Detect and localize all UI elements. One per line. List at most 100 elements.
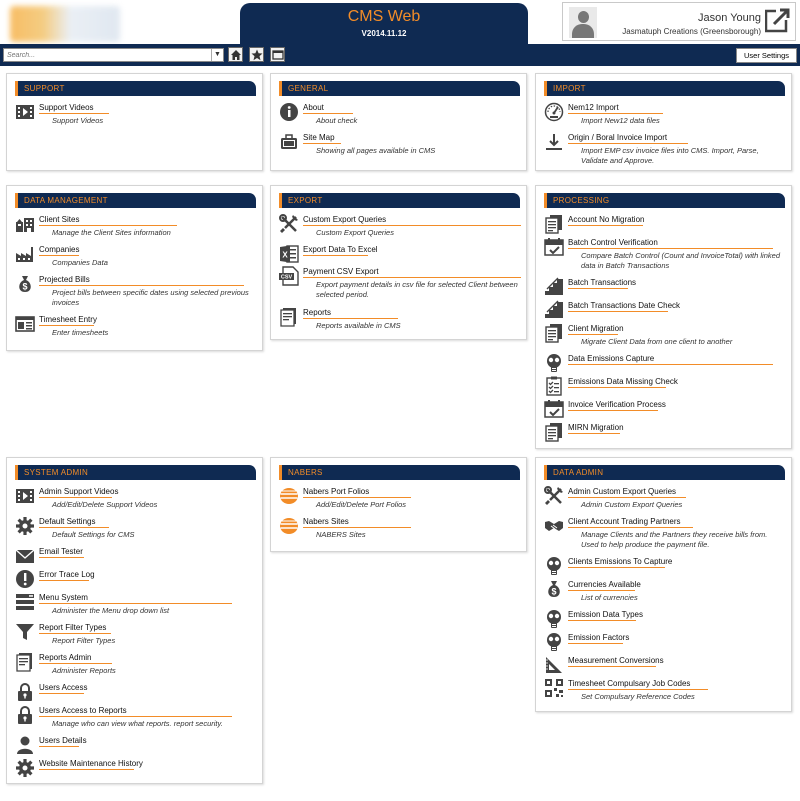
menu-item-title[interactable]: Companies — [39, 245, 79, 254]
title-underline — [568, 364, 773, 365]
toolbar: ▼ User Settings — [0, 44, 800, 66]
avatar — [569, 7, 597, 38]
menu-item-title[interactable]: Emissions Data Missing Check — [568, 377, 678, 386]
stairs-icon — [545, 277, 563, 295]
home-button[interactable] — [228, 47, 243, 62]
menu-item-title[interactable]: Error Trace Log — [39, 570, 95, 579]
menu-item-title[interactable]: About — [303, 103, 324, 112]
title-underline — [568, 143, 688, 144]
menu-item-description: Admin Custom Export Queries — [581, 500, 683, 509]
menu-item-title[interactable]: Users Details — [39, 736, 87, 745]
menu-item-title[interactable]: Clients Emissions To Capture — [568, 557, 672, 566]
menu-item-title[interactable]: Timesheet Entry — [39, 315, 97, 324]
company-logo[interactable] — [10, 6, 120, 42]
gas-mask-icon — [547, 610, 561, 628]
menu-item-description: Compare Batch Control (Count and Invoice… — [581, 251, 780, 270]
panel-nabers: Nabers Nabers Port Folios Add/Edit/Delete … — [270, 457, 527, 552]
title-underline — [568, 225, 643, 226]
menu-item-title[interactable]: Nabers Sites — [303, 517, 349, 526]
menu-item-title[interactable]: Measurement Conversions — [568, 656, 664, 665]
menu-item-title[interactable]: Nabers Port Folios — [303, 487, 369, 496]
menu-item-description: Default Settings for CMS — [52, 530, 135, 539]
menu-item-title[interactable]: Site Map — [303, 133, 335, 142]
menu-item-title[interactable]: Projected Bills — [39, 275, 90, 284]
menu-item-title[interactable]: Client Sites — [39, 215, 79, 224]
panel-data-admin: Data Admin Admin Custom Export Queries Adm… — [535, 457, 792, 712]
menu-item-title[interactable]: Payment CSV Export — [303, 267, 379, 276]
menu-item-title[interactable]: Account No Migration — [568, 215, 644, 224]
panel-header-processing: Processing — [544, 193, 785, 208]
menu-item-title[interactable]: Client Account Trading Partners — [568, 517, 681, 526]
title-underline — [303, 277, 521, 278]
title-underline — [39, 325, 94, 326]
menu-item-description: NABERS Sites — [316, 530, 366, 539]
menu-item-description: Project bills between specific dates usi… — [52, 288, 249, 307]
search-input[interactable] — [4, 49, 209, 61]
menu-item-title[interactable]: Website Maintenance History — [39, 759, 143, 768]
calendar-icon — [544, 400, 564, 418]
title-underline — [568, 387, 666, 388]
title-underline — [568, 248, 773, 249]
menu-item-title[interactable]: Batch Transactions Date Check — [568, 301, 680, 310]
menu-item-title[interactable]: Users Access to Reports — [39, 706, 127, 715]
menu-item-title[interactable]: Default Settings — [39, 517, 95, 526]
favourites-button[interactable] — [249, 47, 264, 62]
svg-text:$: $ — [551, 587, 556, 597]
menu-item-title[interactable]: Client Migration — [568, 324, 624, 333]
title-underline — [39, 557, 84, 558]
panel-export: Export Custom Export Queries Custom Export… — [270, 185, 527, 340]
menu-item-title[interactable]: Report Filter Types — [39, 623, 106, 632]
app-title: CMS Web — [347, 8, 421, 25]
gas-mask-icon — [547, 633, 561, 651]
menu-item-title[interactable]: Nem12 Import — [568, 103, 619, 112]
title-underline — [303, 113, 353, 114]
menu-item-title[interactable]: MIRN Migration — [568, 423, 624, 432]
menu-item-title[interactable]: Currencies Available — [568, 580, 641, 589]
menu-item-title[interactable]: Admin Support Videos — [39, 487, 118, 496]
documents-icon — [545, 423, 562, 442]
edit-profile-icon[interactable] — [765, 7, 791, 33]
search-box[interactable]: ▼ — [3, 48, 224, 62]
title-underline — [39, 663, 112, 664]
menu-item-title[interactable]: Data Emissions Capture — [568, 354, 654, 363]
menu-item-title[interactable]: Invoice Verification Process — [568, 400, 666, 409]
title-underline — [303, 225, 521, 226]
svg-text:$: $ — [22, 282, 27, 292]
menu-item-title[interactable]: Emission Data Types — [568, 610, 643, 619]
report-book-icon — [280, 308, 296, 327]
gear-icon — [16, 517, 34, 535]
menu-item-title[interactable]: Batch Control Verification — [568, 238, 658, 247]
chevron-down-icon[interactable]: ▼ — [211, 49, 223, 61]
gear-icon — [16, 759, 34, 777]
panel-header-system-admin: System Admin — [15, 465, 256, 480]
menu-item-title[interactable]: Batch Transactions — [568, 278, 636, 287]
menu-item-title[interactable]: Export Data To Excel — [303, 245, 378, 254]
menu-item-title[interactable]: Reports — [303, 308, 331, 317]
nabers-logo-icon — [280, 488, 298, 504]
window-button[interactable] — [270, 47, 285, 62]
title-underline — [568, 590, 635, 591]
menu-item-title[interactable]: Menu System — [39, 593, 88, 602]
menu-item-title[interactable]: Users Access — [39, 683, 87, 692]
menu-item-title[interactable]: Custom Export Queries — [303, 215, 386, 224]
menu-item-title[interactable]: Reports Admin — [39, 653, 91, 662]
title-underline — [39, 769, 134, 770]
menu-item-title[interactable]: Origin / Boral Invoice Import — [568, 133, 667, 142]
qr-code-icon — [545, 679, 563, 697]
menu-item-title[interactable]: Timesheet Compulsary Job Codes — [568, 679, 690, 688]
user-settings-button[interactable]: User Settings — [736, 48, 797, 63]
menu-item-description: Administer the Menu drop down list — [52, 606, 170, 615]
menu-item-title[interactable]: Email Tester — [39, 547, 83, 556]
lock-icon — [18, 683, 32, 701]
tools-icon — [544, 486, 563, 505]
title-underline — [303, 255, 368, 256]
menu-item-description: Export payment details in csv file for s… — [316, 280, 518, 299]
title-underline — [303, 527, 411, 528]
menu-item-title[interactable]: Admin Custom Export Queries — [568, 487, 676, 496]
panel-header-nabers: Nabers — [279, 465, 520, 480]
menu-item-title[interactable]: Emission Factors — [568, 633, 629, 642]
stairs-icon — [545, 300, 563, 318]
menu-item-title[interactable]: Support Videos — [39, 103, 94, 112]
gauge-icon — [544, 102, 564, 122]
title-underline — [568, 620, 636, 621]
